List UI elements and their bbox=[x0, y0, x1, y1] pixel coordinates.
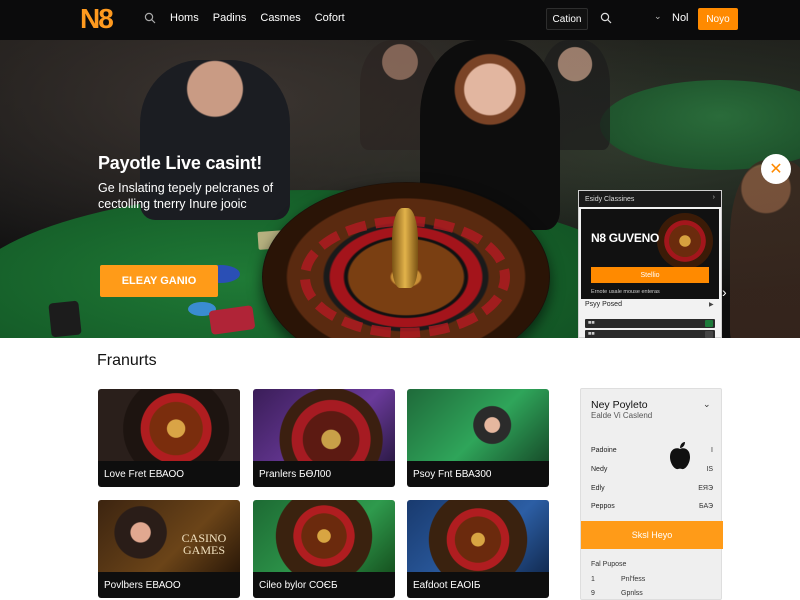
nav-links: Homs Padins Casmes Cofort bbox=[170, 12, 345, 24]
nav-link-cofort[interactable]: Cofort bbox=[315, 12, 345, 24]
side-row-value: EЯЭ bbox=[698, 485, 713, 492]
game-thumbnail bbox=[253, 389, 395, 461]
game-thumbnail: CASINO GAMES bbox=[98, 500, 240, 572]
hero-play-button[interactable]: ELEAY GANIO bbox=[100, 265, 218, 297]
logo[interactable]: N8 bbox=[80, 3, 114, 35]
side-row-label: Nedy bbox=[591, 466, 608, 473]
game-tile[interactable]: Eafdoot ЕАОІБ bbox=[407, 500, 549, 598]
chevron-right-icon[interactable]: › bbox=[722, 284, 727, 300]
side-row-value: I bbox=[711, 447, 713, 454]
side-row-label: Peppos bbox=[591, 503, 615, 510]
game-thumbnail bbox=[98, 389, 240, 461]
side-footer-label: Fal Pupose bbox=[591, 561, 627, 568]
language-button[interactable]: Cation bbox=[546, 8, 588, 30]
user-menu[interactable]: Nol bbox=[672, 12, 689, 24]
side-row-label: Edly bbox=[591, 485, 605, 492]
game-tile[interactable]: Psoy Fnt БВА300 bbox=[407, 389, 549, 487]
side-row: Edly EЯЭ bbox=[591, 485, 713, 492]
game-tile[interactable]: Cileo bylor СОЄБ bbox=[253, 500, 395, 598]
popup-option-row[interactable]: ■■ bbox=[585, 330, 715, 338]
casino-page: N8 Homs Padins Casmes Cofort Cation ⌄ No… bbox=[0, 0, 800, 600]
game-caption: Eafdoot ЕАОІБ bbox=[407, 572, 549, 598]
payment-card: Ney Poyleto Ealde Vi Caslend ⌄ Padoine I… bbox=[580, 388, 723, 600]
side-subtitle: Ealde Vi Caslend bbox=[591, 411, 653, 420]
popup-footnote: Ernote usale mouse enteras bbox=[591, 289, 660, 295]
nav-link-padins[interactable]: Padins bbox=[213, 12, 247, 24]
signup-button[interactable]: Noyo bbox=[698, 8, 738, 30]
side-footer-item: 9 Gpnlss bbox=[591, 590, 643, 597]
popup-banner: N8 GUVENO Stellio Ernote usale mouse ent… bbox=[581, 209, 719, 299]
game-caption: Pranlers БӨЛ00 bbox=[253, 461, 395, 487]
roulette-wheel bbox=[657, 213, 713, 269]
side-footer-num: 1 bbox=[591, 576, 595, 583]
nav-link-home[interactable]: Homs bbox=[170, 12, 199, 24]
side-title: Ney Poyleto bbox=[591, 399, 648, 411]
popup-header-text: Esidy Classines bbox=[585, 195, 635, 203]
game-thumbnail bbox=[253, 500, 395, 572]
side-footer-num: 9 bbox=[591, 590, 595, 597]
side-footer-label: Pnl'fess bbox=[621, 576, 646, 583]
chevron-down-icon[interactable]: ⌄ bbox=[654, 11, 662, 22]
side-row-value: IS bbox=[706, 466, 713, 473]
featured-heading: Franurts bbox=[97, 352, 157, 369]
game-thumbnail bbox=[407, 389, 549, 461]
side-row: Padoine I bbox=[591, 447, 713, 454]
nav-link-casmes[interactable]: Casmes bbox=[260, 12, 300, 24]
phone-prop bbox=[48, 300, 82, 338]
side-row: Nedy IS bbox=[591, 466, 713, 473]
promo-popup: Esidy Classines › N8 GUVENO Stellio Erno… bbox=[578, 190, 722, 338]
hero-subtitle: Ge Inslating tepely pelcranes of cectoll… bbox=[98, 181, 274, 211]
popup-brand: N8 GUVENO bbox=[591, 231, 659, 245]
popup-header: Esidy Classines › bbox=[579, 191, 721, 207]
close-icon[interactable]: ✕ bbox=[761, 154, 791, 184]
game-tile[interactable]: Love Fret ЕВАОО bbox=[98, 389, 240, 487]
tile-art-text: CASINO GAMES bbox=[181, 531, 227, 557]
side-row-label: Padoine bbox=[591, 447, 617, 454]
hero-headline: Payotle Live casint! bbox=[98, 153, 263, 173]
side-footer-item: 1 Pnl'fess bbox=[591, 576, 645, 583]
side-row-value: БАЭ bbox=[699, 503, 713, 510]
game-thumbnail bbox=[407, 500, 549, 572]
popup-section-title: Psyy Posed bbox=[585, 301, 622, 308]
game-tile[interactable]: Pranlers БӨЛ00 bbox=[253, 389, 395, 487]
game-caption: Love Fret ЕВАОО bbox=[98, 461, 240, 487]
apple-icon bbox=[670, 442, 690, 470]
game-caption: Povlbers ЕВАОО bbox=[98, 572, 240, 598]
side-row: Peppos БАЭ bbox=[591, 503, 713, 510]
deposit-button[interactable]: Sksl Heyo bbox=[581, 521, 723, 549]
hero-banner: Payotle Live casint! Ge Inslating tepely… bbox=[0, 40, 800, 338]
search-icon[interactable] bbox=[144, 12, 156, 24]
game-tile[interactable]: CASINO GAMES Povlbers ЕВАОО bbox=[98, 500, 240, 598]
popup-button[interactable]: Stellio bbox=[591, 267, 709, 283]
search-icon[interactable] bbox=[600, 12, 612, 24]
side-footer-label: Gpnlss bbox=[621, 590, 643, 597]
top-nav: N8 Homs Padins Casmes Cofort Cation ⌄ No… bbox=[0, 0, 800, 40]
chevron-down-icon[interactable]: ⌄ bbox=[703, 399, 711, 410]
close-icon[interactable]: › bbox=[713, 194, 715, 201]
roulette-spindle bbox=[392, 208, 418, 288]
player-right bbox=[730, 160, 800, 338]
popup-option-row[interactable]: ■■ bbox=[585, 319, 715, 328]
info-icon[interactable]: ▶ bbox=[709, 301, 714, 308]
game-caption: Cileo bylor СОЄБ bbox=[253, 572, 395, 598]
side-footer-heading: Fal Pupose bbox=[591, 561, 626, 568]
game-caption: Psoy Fnt БВА300 bbox=[407, 461, 549, 487]
